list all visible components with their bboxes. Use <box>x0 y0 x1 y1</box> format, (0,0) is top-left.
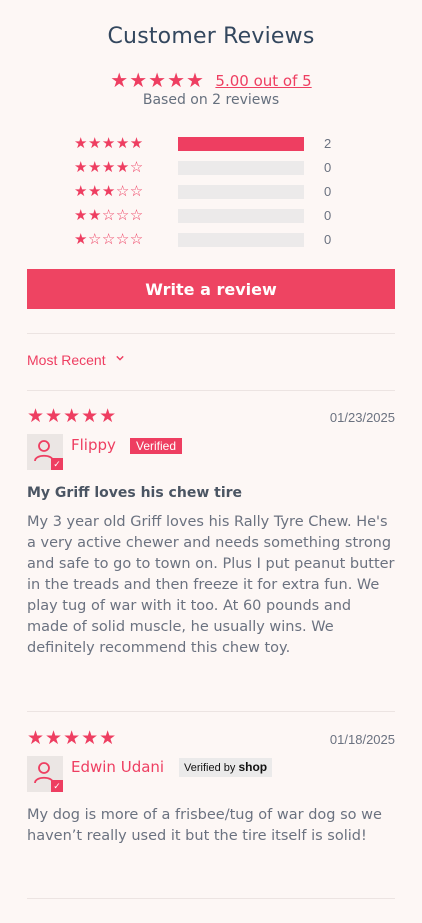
verified-by-shop-badge: Verified by shop <box>179 758 273 777</box>
histogram-count: 0 <box>324 232 332 247</box>
histogram-count: 0 <box>324 160 332 175</box>
review-date: 01/18/2025 <box>329 732 395 747</box>
histogram-stars: ★★★☆☆ <box>74 183 144 200</box>
verified-by-text: Verified by <box>184 762 236 774</box>
review-body: My dog is more of a frisbee/tug of war d… <box>27 807 382 844</box>
average-rating-row: ★★★★★ 5.00 out of 5 <box>27 68 395 93</box>
histogram-stars: ★★★★☆ <box>74 159 144 176</box>
review-stars: ★★★★★ <box>27 728 118 749</box>
average-stars: ★★★★★ <box>110 70 205 92</box>
sort-selected-label: Most Recent <box>27 352 106 368</box>
review-count-text: Based on 2 reviews <box>142 92 280 108</box>
histogram-bar <box>178 233 304 247</box>
sort-dropdown[interactable]: Most Recent <box>27 352 124 368</box>
histogram-count: 0 <box>324 184 332 199</box>
histogram-bar <box>178 185 304 199</box>
histogram-row-3[interactable]: ★★★☆☆ 0 <box>74 182 374 206</box>
page-title: Customer Reviews <box>107 24 315 49</box>
average-rating-link[interactable]: 5.00 out of 5 <box>215 72 311 90</box>
histogram-count: 0 <box>324 208 332 223</box>
review-date: 01/23/2025 <box>329 410 395 425</box>
review-author: Edwin Udani <box>71 758 165 776</box>
histogram-row-4[interactable]: ★★★★☆ 0 <box>74 158 374 182</box>
verified-check-icon: ✓ <box>51 780 63 792</box>
histogram-stars: ★☆☆☆☆ <box>74 231 144 248</box>
review-stars: ★★★★★ <box>27 406 118 427</box>
histogram-count: 2 <box>324 136 332 151</box>
histogram-bar <box>178 161 304 175</box>
divider <box>27 333 395 334</box>
histogram-stars: ★★★★★ <box>74 135 144 152</box>
histogram-bar <box>178 137 304 151</box>
chevron-down-icon <box>115 355 124 361</box>
histogram-bar-fill <box>178 137 304 151</box>
avatar: ✓ <box>27 756 63 792</box>
divider <box>27 711 395 712</box>
histogram-stars: ★★☆☆☆ <box>74 207 144 224</box>
divider <box>27 390 395 391</box>
write-review-button[interactable]: Write a review <box>27 269 395 309</box>
histogram-bar <box>178 209 304 223</box>
rating-histogram: ★★★★★ 2 ★★★★☆ 0 ★★★☆☆ 0 ★★☆☆☆ 0 ★☆☆☆☆ 0 <box>74 134 374 254</box>
review-title: My Griff loves his chew tire <box>27 485 243 501</box>
shop-logo: shop <box>238 760 268 774</box>
divider <box>27 898 395 899</box>
avatar: ✓ <box>27 434 63 470</box>
histogram-row-5[interactable]: ★★★★★ 2 <box>74 134 374 158</box>
review-author: Flippy <box>71 436 116 454</box>
verified-check-icon: ✓ <box>51 458 63 470</box>
histogram-row-1[interactable]: ★☆☆☆☆ 0 <box>74 230 374 254</box>
histogram-row-2[interactable]: ★★☆☆☆ 0 <box>74 206 374 230</box>
verified-badge: Verified <box>130 438 183 454</box>
review-body: My 3 year old Griff loves his Rally Tyre… <box>27 514 395 656</box>
